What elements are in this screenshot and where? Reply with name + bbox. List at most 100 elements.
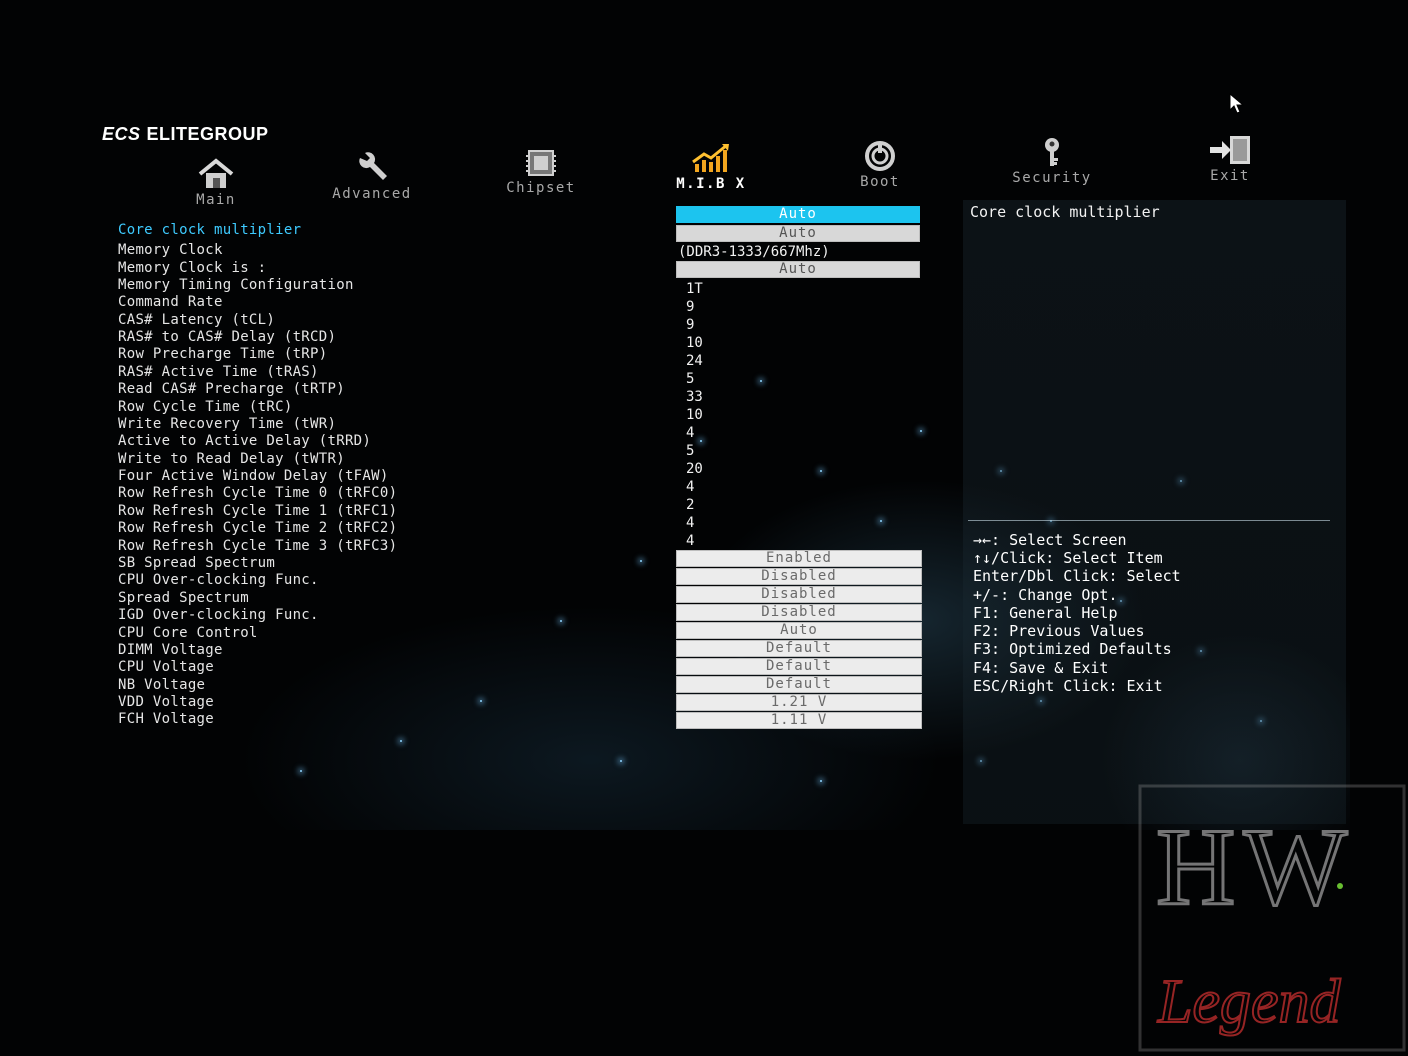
value-fch-voltage[interactable]: 1.11 V [676, 712, 922, 729]
star-sparkle [920, 430, 922, 432]
setting-label-row-refresh-cycle-time-1: Row Refresh Cycle Time 1 (tRFC1) [118, 503, 398, 519]
setting-label-dimm-voltage[interactable]: DIMM Voltage [118, 642, 223, 658]
setting-label-ras-active-time: RAS# Active Time (tRAS) [118, 364, 319, 380]
tab-security-label: Security [1012, 170, 1092, 186]
value-cpu-core-control[interactable]: Auto [676, 622, 922, 639]
setting-label-cpu-core-control[interactable]: CPU Core Control [118, 625, 258, 641]
star-sparkle [620, 760, 622, 762]
tab-advanced-label: Advanced [332, 186, 412, 202]
key-hint-save-exit: F4: Save & Exit [973, 659, 1109, 677]
key-hint-enter-select: Enter/Dbl Click: Select [973, 567, 1181, 585]
setting-label-write-recovery-time: Write Recovery Time (tWR) [118, 416, 337, 432]
key-icon [1045, 138, 1059, 166]
value-memory-clock-is: (DDR3-1333/667Mhz) [678, 244, 830, 260]
exit-door-icon [1210, 136, 1250, 164]
value-cpu-over-clocking-func[interactable]: Disabled [676, 568, 922, 585]
value-row-precharge-time: 10 [686, 335, 703, 351]
setting-label-row-precharge-time: Row Precharge Time (tRP) [118, 346, 328, 362]
key-hint-select-item: ↑↓/Click: Select Item [973, 549, 1163, 567]
star-sparkle [820, 470, 822, 472]
value-row-refresh-cycle-time-1: 2 [686, 497, 695, 513]
tab-chipset-label: Chipset [506, 180, 576, 196]
value-cas-latency: 9 [686, 299, 695, 315]
value-spread-spectrum[interactable]: Disabled [676, 586, 922, 603]
setting-label-fch-voltage[interactable]: FCH Voltage [118, 711, 214, 727]
mouse-cursor-icon [1229, 93, 1245, 114]
key-hint-optimized-defaults: F3: Optimized Defaults [973, 640, 1172, 658]
setting-label-cas-latency: CAS# Latency (tCL) [118, 312, 276, 328]
star-sparkle [300, 770, 302, 772]
setting-label-memory-clock-is: Memory Clock is : [118, 260, 267, 276]
brand-name: ELITEGROUP [146, 124, 269, 144]
tab-mibx[interactable]: M.I.B X [672, 142, 750, 192]
setting-label-row-refresh-cycle-time-3: Row Refresh Cycle Time 3 (tRFC3) [118, 538, 398, 554]
wrench-icon [359, 152, 387, 180]
star-sparkle [640, 560, 642, 562]
power-icon [865, 141, 895, 171]
value-igd-over-clocking-func[interactable]: Disabled [676, 604, 922, 621]
watermark-bottom-text: Legend [1157, 968, 1342, 1036]
value-row-cycle-time: 33 [686, 389, 703, 405]
tab-exit[interactable]: Exit [1200, 134, 1260, 184]
setting-label-vdd-voltage[interactable]: VDD Voltage [118, 694, 214, 710]
setting-label-memory-clock[interactable]: Memory Clock [118, 242, 223, 258]
star-sparkle [400, 740, 402, 742]
value-vdd-voltage[interactable]: 1.21 V [676, 694, 922, 711]
key-hint-select-screen: →←: Select Screen [973, 531, 1127, 549]
chip-icon [526, 150, 556, 176]
house-icon [198, 158, 234, 188]
value-nb-voltage[interactable]: Default [676, 676, 922, 693]
value-memory-clock[interactable]: Auto [676, 225, 920, 242]
key-hint-change-opt: +/-: Change Opt. [973, 586, 1118, 604]
setting-label-igd-over-clocking-func[interactable]: IGD Over-clocking Func. [118, 607, 319, 623]
setting-label-cpu-over-clocking-func[interactable]: CPU Over-clocking Func. [118, 572, 319, 588]
value-row-refresh-cycle-time-3: 4 [686, 533, 695, 549]
star-sparkle [700, 440, 702, 442]
value-core-clock-multiplier[interactable]: Auto [676, 206, 920, 223]
setting-label-four-active-window-delay: Four Active Window Delay (tFAW) [118, 468, 389, 484]
star-sparkle [820, 780, 822, 782]
value-sb-spread-spectrum[interactable]: Enabled [676, 550, 922, 567]
tab-main-label: Main [196, 192, 236, 208]
tab-mibx-label: M.I.B X [676, 176, 746, 192]
value-ras-active-time: 24 [686, 353, 703, 369]
setting-label-sb-spread-spectrum[interactable]: SB Spread Spectrum [118, 555, 275, 571]
setting-label-memory-timing-configuration[interactable]: Memory Timing Configuration [118, 277, 354, 293]
value-row-refresh-cycle-time-0: 4 [686, 479, 695, 495]
value-cpu-voltage[interactable]: Default [676, 658, 922, 675]
key-hint-previous-values: F2: Previous Values [973, 622, 1145, 640]
tab-security[interactable]: Security [1008, 136, 1096, 186]
help-divider [968, 520, 1330, 521]
brand-logo: ECS ELITEGROUP [102, 124, 269, 145]
tab-advanced[interactable]: Advanced [332, 152, 412, 202]
value-memory-timing-configuration[interactable]: Auto [676, 261, 920, 278]
watermark-top-text: HW [1156, 806, 1355, 928]
setting-label-command-rate: Command Rate [118, 294, 223, 310]
value-row-refresh-cycle-time-2: 4 [686, 515, 695, 531]
setting-label-cpu-voltage[interactable]: CPU Voltage [118, 659, 214, 675]
setting-label-core-clock-multiplier[interactable]: Core clock multiplier [118, 222, 301, 238]
setting-label-ras-to-cas-delay: RAS# to CAS# Delay (tRCD) [118, 329, 337, 345]
tab-chipset[interactable]: Chipset [504, 148, 578, 196]
tab-exit-label: Exit [1210, 168, 1250, 184]
watermark-logo: HW Legend [1138, 784, 1406, 1052]
value-read-cas-precharge: 5 [686, 371, 695, 387]
tab-boot[interactable]: Boot [852, 140, 908, 190]
star-sparkle [760, 380, 762, 382]
value-dimm-voltage[interactable]: Default [676, 640, 922, 657]
help-panel [963, 200, 1346, 824]
brand-mark: ECS [102, 124, 141, 144]
setting-label-read-cas-precharge: Read CAS# Precharge (tRTP) [118, 381, 345, 397]
chart-arrow-icon [692, 143, 729, 172]
value-write-to-read-delay: 5 [686, 443, 695, 459]
setting-label-write-to-read-delay: Write to Read Delay (tWTR) [118, 451, 345, 467]
star-sparkle [560, 620, 562, 622]
value-write-recovery-time: 10 [686, 407, 703, 423]
setting-label-spread-spectrum[interactable]: Spread Spectrum [118, 590, 249, 606]
tab-main[interactable]: Main [188, 158, 244, 208]
key-hint-general-help: F1: General Help [973, 604, 1118, 622]
setting-label-nb-voltage[interactable]: NB Voltage [118, 677, 205, 693]
star-sparkle [880, 520, 882, 522]
value-command-rate: 1T [686, 281, 703, 297]
value-four-active-window-delay: 20 [686, 461, 703, 477]
